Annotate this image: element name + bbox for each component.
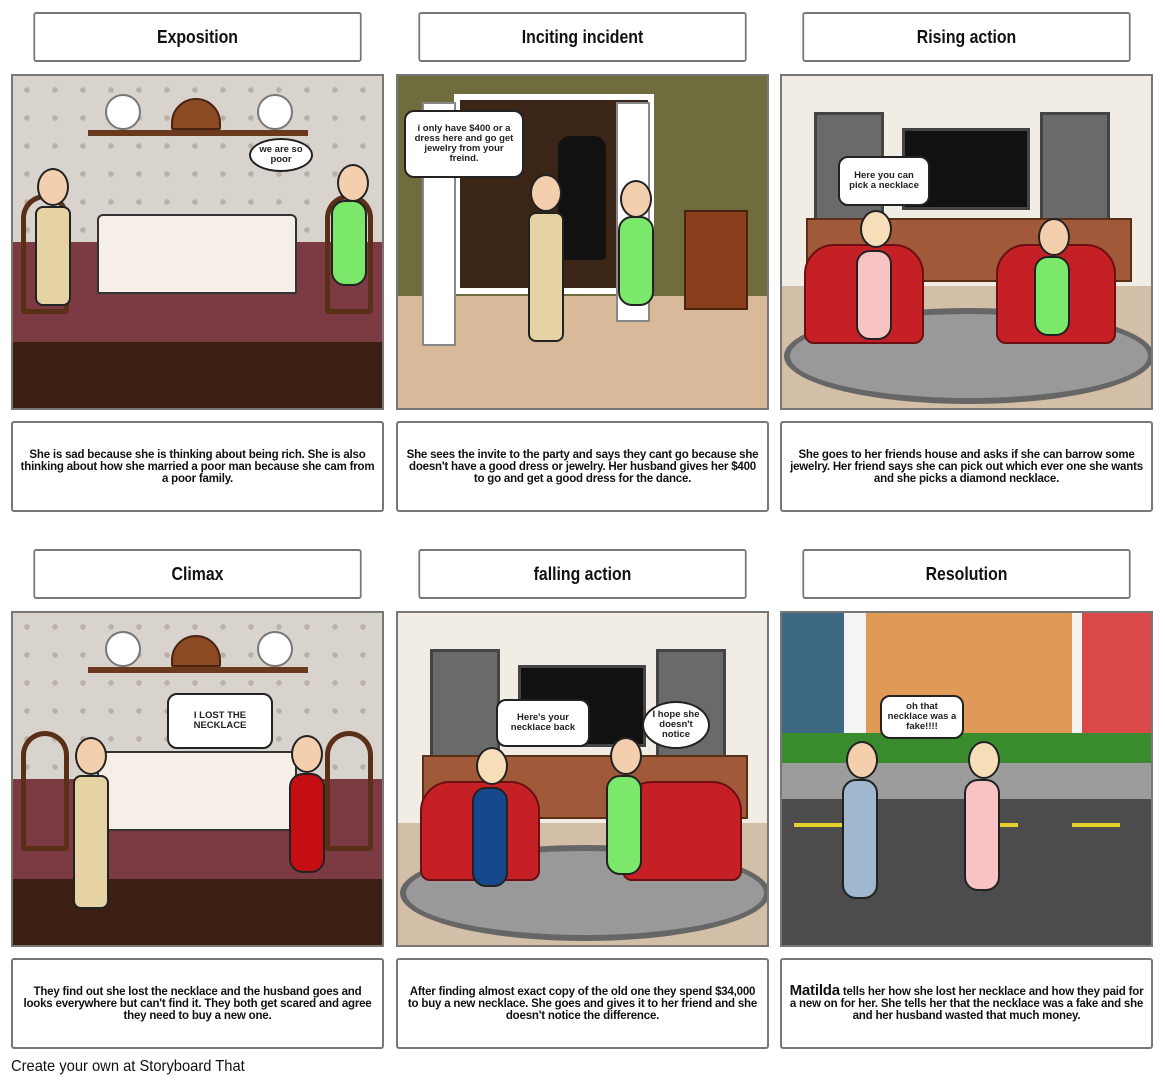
speech-bubble: Here you can pick a necklace [838,156,930,206]
speech-bubble: I LOST THE NECKLACE [167,693,273,749]
dining-table [97,214,297,294]
panel-description: She sees the invite to the party and say… [396,421,769,512]
speech-bubble: oh that necklace was a fake!!!! [880,695,964,739]
panel-description: She goes to her friends house and asks i… [780,421,1153,512]
dining-table [97,751,297,831]
thought-bubble: we are so poor [249,138,313,172]
plate-icon [105,631,141,667]
speech-bubble: i only have $400 or a dress here and go … [404,110,524,178]
scene-resolution: oh that necklace was a fake!!!! [780,611,1153,947]
panel-title-resolution: Resolution [802,549,1131,599]
panel-title-exposition: Exposition [33,12,362,62]
scene-exposition: we are so poor [11,74,384,410]
panel-title-climax: Climax [33,549,362,599]
black-dress [558,136,606,260]
scene-inciting-incident: i only have $400 or a dress here and go … [396,74,769,410]
speech-bubble: Here's your necklace back [496,699,590,747]
panel-title-falling-action: falling action [418,549,747,599]
panel-description: After finding almost exact copy of the o… [396,958,769,1049]
panel-description: She is sad because she is thinking about… [11,421,384,512]
footer-link[interactable]: Create your own at Storyboard That [11,1058,245,1076]
scene-climax: I LOST THE NECKLACE [11,611,384,947]
scene-rising-action: Here you can pick a necklace [780,74,1153,410]
panel-title-rising-action: Rising action [802,12,1131,62]
dresser [684,210,748,310]
plate-icon [257,631,293,667]
description-lead: Matilda [789,982,840,999]
panel-description: Matilda tells her how she lost her neckl… [780,958,1153,1049]
plate-icon [105,94,141,130]
description-text: tells her how she lost her necklace and … [789,986,1144,1022]
plate-icon [257,94,293,130]
scene-falling-action: Here's your necklace back I hope she doe… [396,611,769,947]
panel-description: They find out she lost the necklace and … [11,958,384,1049]
panel-title-inciting-incident: Inciting incident [418,12,747,62]
thought-bubble: I hope she doesn't notice [642,701,710,749]
